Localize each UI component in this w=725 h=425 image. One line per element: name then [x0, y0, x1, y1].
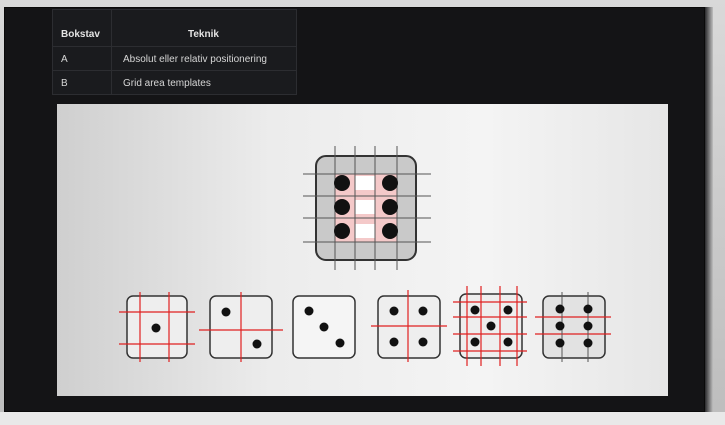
small-die-2 — [199, 292, 283, 362]
table-row: A Absolut eller relativ positionering — [53, 46, 296, 71]
row-b-letter: B — [61, 78, 68, 89]
monitor-edge — [705, 7, 713, 412]
row-a-letter: A — [61, 54, 68, 65]
row-b-technique: Grid area templates — [123, 78, 211, 89]
small-die-1 — [119, 292, 195, 362]
table-row: B Grid area templates — [53, 70, 296, 95]
desk-surface — [0, 412, 725, 425]
small-die-3 — [292, 295, 356, 359]
small-die-5 — [453, 286, 527, 366]
header-bokstav: Bokstav — [61, 29, 100, 40]
small-die-6 — [535, 292, 611, 362]
presentation-slide — [57, 104, 668, 396]
big-die — [303, 146, 431, 270]
header-teknik: Teknik — [188, 29, 219, 40]
small-die-4 — [371, 290, 447, 362]
row-a-technique: Absolut eller relativ positionering — [123, 54, 267, 65]
table-header-row: Bokstav Teknik — [53, 22, 296, 46]
slide-illustration — [119, 146, 611, 366]
technique-table: Bokstav Teknik A Absolut eller relativ p… — [52, 9, 297, 95]
